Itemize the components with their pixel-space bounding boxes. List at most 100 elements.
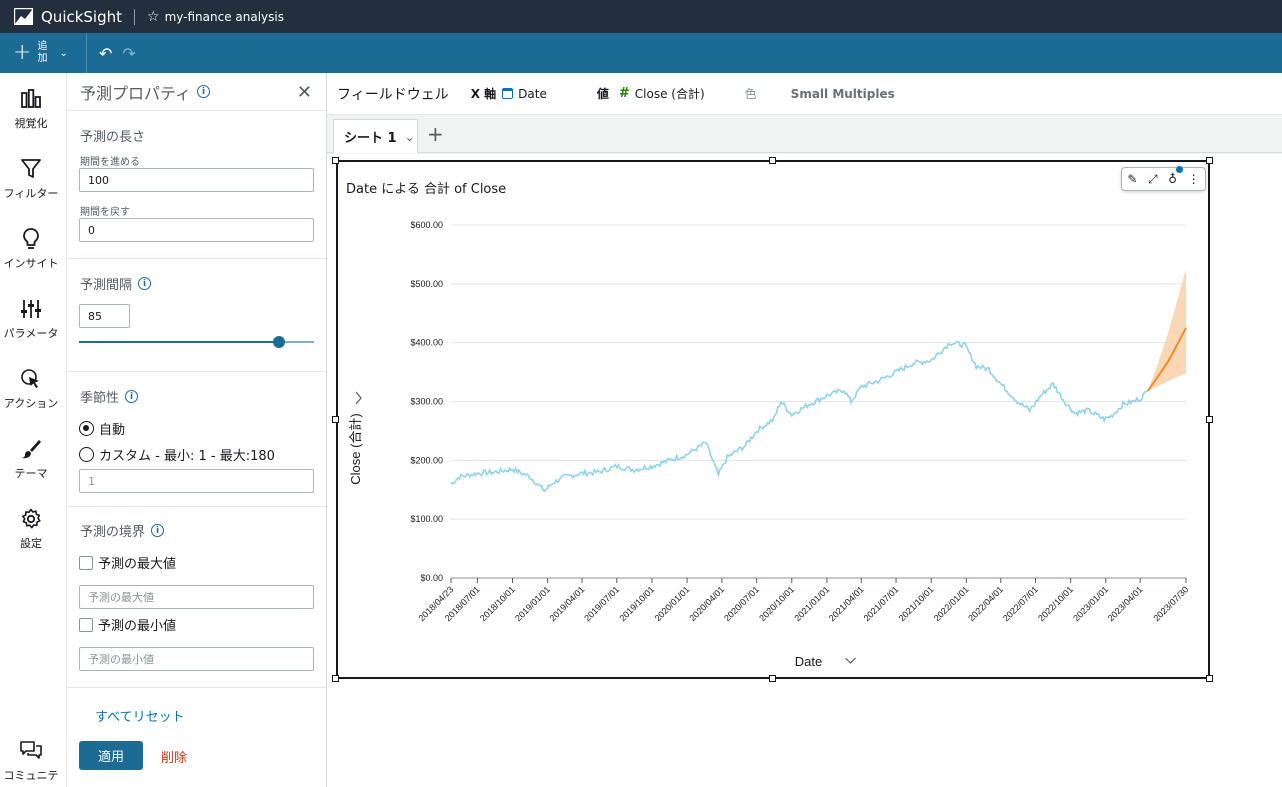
x-tick-label: 2023/04/01 [1106,584,1145,623]
section-title-text: 予測間隔 [80,278,133,293]
checkbox-icon [79,555,93,570]
add-button[interactable]: + 追加 ⌄ [0,33,86,73]
filter-icon [21,159,41,178]
apply-button[interactable]: 適用 [79,741,143,770]
checkbox-label: 予測の最小値 [98,619,177,634]
sliders-icon [21,300,41,318]
rail-item-settings[interactable]: 設定 [0,507,62,551]
section-title: 予測の境界 i [80,521,165,540]
periods-backward-input[interactable]: 0 [79,218,314,242]
chevron-down-icon: ⌄ [59,47,68,59]
resize-handle[interactable] [769,675,776,682]
resize-handle[interactable] [769,157,776,164]
forecast-min-checkbox[interactable]: 予測の最小値 [79,615,176,634]
section-title-text: 季節性 [80,391,120,406]
x-tick-label: 2020/01/01 [653,584,692,623]
forecast-properties-panel: 予測プロパティ i ✕ 予測の長さ 期間を進める 100 期間を戻す 0 予測間… [67,73,327,787]
reset-all-link[interactable]: すべてリセット [95,706,185,725]
x-tick-label: 2022/10/01 [1036,584,1075,623]
info-icon[interactable]: i [151,524,165,537]
seasonality-auto-radio[interactable]: 自動 [79,419,125,438]
rail-item-insights[interactable]: インサイト [0,227,62,271]
field-well-title[interactable]: フィールドウェル [337,84,449,104]
x-tick-label: 2020/10/01 [757,584,796,623]
x-tick-label: 2022/04/01 [966,584,1005,623]
lightbulb-icon [23,228,39,249]
x-axis-field[interactable]: Date [502,87,547,101]
resize-handle[interactable] [332,675,339,682]
rail-label: テーマ [14,467,48,480]
rail-item-themes[interactable]: テーマ [0,437,62,481]
sheet-tab-label: シート 1 [344,131,397,146]
tab-sheet-1[interactable]: シート 1 ⌄ [333,119,418,153]
rail-item-filter[interactable]: フィルター [0,157,62,201]
rail-label: 設定 [20,537,42,550]
section-title: 季節性 i [80,387,139,406]
analysis-name[interactable]: my-finance analysis [165,10,284,24]
undo-icon[interactable]: ↶ [99,44,112,63]
x-tick-label: 2019/04/01 [548,584,587,623]
color-key[interactable]: 色 [745,85,757,102]
value-field[interactable]: # Close (合計) [619,85,705,102]
checkbox-icon [79,617,93,632]
close-icon[interactable]: ✕ [297,82,312,103]
rail-label: パラメータ [3,327,59,340]
seasonality-custom-input[interactable]: 1 [79,469,314,493]
x-tick-label: 2022/01/01 [932,584,971,623]
periods-forward-input[interactable]: 100 [79,168,314,192]
forecast-max-input[interactable]: 予測の最大値 [79,585,314,609]
slider-thumb[interactable] [272,336,285,348]
resize-handle[interactable] [1206,157,1213,164]
resize-handle[interactable] [1206,675,1213,682]
line-chart-visual[interactable]: Date による 合計 of Close ✎ ⤢ ♁ ⋮ $0.00 $100.0… [336,160,1210,679]
rail-label: インサイト [3,257,59,270]
small-multiples-key[interactable]: Small Multiples [791,87,895,101]
prediction-interval-input[interactable]: 85 [79,304,130,328]
add-label: 追加 [37,41,48,64]
rail-item-community[interactable]: コミュニテ [0,739,62,783]
rail-item-parameters[interactable]: パラメータ [0,297,62,341]
seasonality-section: 季節性 i 自動 カスタム - 最小: 1 - 最大:180 1 [67,372,326,507]
y-axis-title: Close (合計) [348,413,363,485]
radio-unselected-icon [79,447,94,462]
sheet-bar: シート 1 ⌄ + [327,115,1282,153]
section-title: 予測の長さ [80,130,146,145]
checkbox-label: 予測の最大値 [98,557,177,572]
rail-item-visualize[interactable]: 視覚化 [0,87,62,131]
resize-handle[interactable] [1206,416,1213,423]
forecast-min-input[interactable]: 予測の最小値 [79,647,314,671]
chevron-down-icon[interactable]: ⌄ [405,130,415,144]
delete-button[interactable]: 削除 [161,747,187,766]
x-tick-label: 2021/10/01 [897,584,936,623]
resize-handle[interactable] [332,416,339,423]
divider [134,8,136,25]
value-field-label: Close (合計) [634,87,705,101]
rail-item-actions[interactable]: アクション [0,367,62,411]
gear-icon [22,508,41,529]
quicksight-logo[interactable]: QuickSight [14,8,122,26]
x-tick-label: 2021/01/01 [792,584,831,623]
x-tick-label: 2019/01/01 [513,584,552,623]
forecast-max-checkbox[interactable]: 予測の最大値 [79,553,176,572]
section-title-text: 予測の境界 [80,525,146,540]
field-well: フィールドウェル X 軸 Date 値 # Close (合計) 色 Small… [327,73,1282,115]
prediction-interval-section: 予測間隔 i 85 [67,259,326,372]
resize-handle[interactable] [332,157,339,164]
x-tick-label: 2018/10/01 [478,584,517,623]
rail-label: アクション [3,397,59,410]
info-icon[interactable]: i [138,277,152,290]
section-title: 予測間隔 i [80,274,152,293]
panel-header: 予測プロパティ i ✕ [67,73,326,111]
add-sheet-icon[interactable]: + [427,122,444,146]
info-icon[interactable]: i [125,390,139,403]
x-tick-label: 2020/04/01 [687,584,726,623]
plus-icon: + [13,40,32,65]
field-label: 期間を進める [80,157,140,168]
chevron-right-icon [355,391,362,405]
top-bar: QuickSight ☆ my-finance analysis [0,0,1282,33]
x-tick-label: 2019/07/01 [582,584,621,623]
star-icon[interactable]: ☆ [147,9,160,25]
seasonality-custom-radio[interactable]: カスタム - 最小: 1 - 最大:180 [79,445,275,464]
info-icon[interactable]: i [197,85,211,98]
redo-icon[interactable]: ↷ [122,44,135,63]
